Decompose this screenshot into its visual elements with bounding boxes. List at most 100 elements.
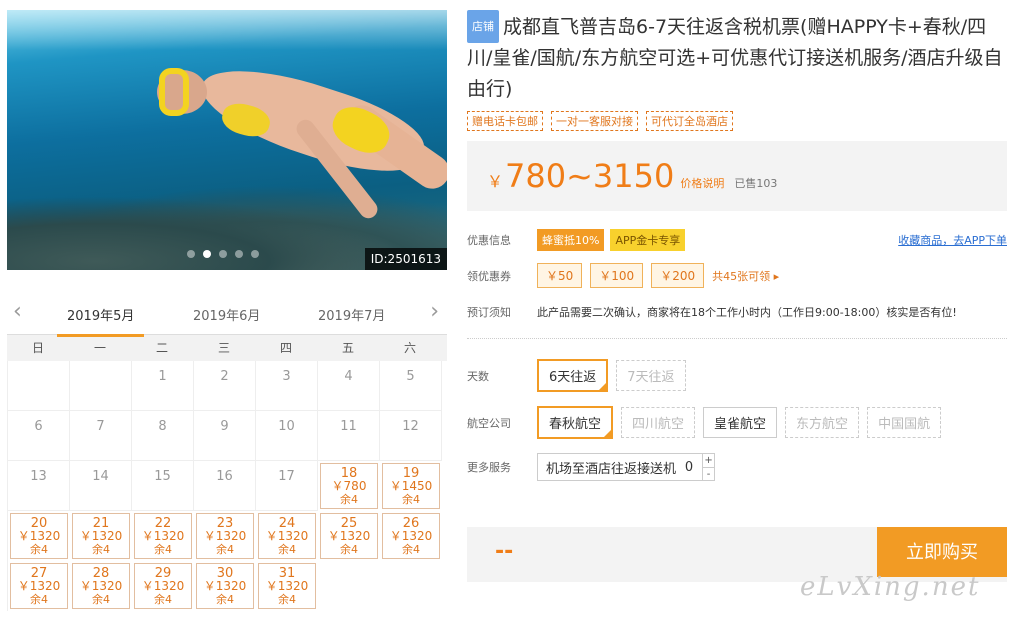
day-remaining: 余4	[216, 543, 234, 556]
product-photo[interactable]: ID:2501613	[7, 10, 447, 270]
airline-option-huangque[interactable]: 皇雀航空	[703, 407, 778, 438]
day-number: 4	[344, 369, 353, 384]
calendar-day-priced[interactable]: 25 ￥1320 余4	[320, 513, 378, 559]
more-coupons-link[interactable]: 共45张可领 ▸	[712, 268, 779, 284]
calendar-day: 1	[132, 361, 194, 411]
day-remaining: 余4	[154, 543, 172, 556]
promo-row: 优惠信息 蜂蜜抵10% APP金卡专享 收藏商品，去APP下单	[467, 229, 1007, 251]
day-price: ￥1450	[389, 479, 433, 493]
coupon-50[interactable]: ￥50	[537, 263, 583, 288]
days-label: 天数	[467, 369, 489, 383]
calendar-day: 4	[318, 361, 380, 411]
coupon-100[interactable]: ￥100	[590, 263, 644, 288]
calendar-day: 16	[194, 461, 256, 511]
calendar-day-priced[interactable]: 27 ￥1320 余4	[10, 563, 68, 609]
calendar-day: 11	[318, 411, 380, 461]
day-price: ￥1320	[17, 529, 61, 543]
days-option-6[interactable]: 6天往返	[537, 359, 609, 392]
quantity-stepper: + -	[702, 454, 715, 481]
weekday-label: 四	[279, 341, 292, 355]
carousel-dot[interactable]	[251, 250, 259, 258]
carousel-dot-active[interactable]	[203, 250, 211, 258]
calendar-blank	[8, 361, 70, 411]
notice-text: 此产品需要二次确认，商家将在18个工作小时内（工作日9:00-18:00）核实是…	[537, 306, 957, 319]
month-tab-may[interactable]: 2019年5月	[57, 305, 145, 337]
calendar-day-priced[interactable]: 20 ￥1320 余4	[10, 513, 68, 559]
price-calendar: ‹ 2019年5月 2019年6月 2019年7月 › 日 一 二 三 四 五 …	[7, 295, 447, 611]
day-price: ￥1320	[265, 529, 309, 543]
service-row: 更多服务 机场至酒店往返接送机 0 + -	[467, 453, 1007, 481]
divider	[467, 338, 1007, 339]
day-number: 14	[92, 469, 109, 484]
calendar-day: 3	[256, 361, 318, 411]
day-number: 3	[282, 369, 291, 384]
notice-row: 预订须知 此产品需要二次确认，商家将在18个工作小时内（工作日9:00-18:0…	[467, 304, 1007, 320]
calendar-day: 12	[380, 411, 442, 461]
month-tab-july[interactable]: 2019年7月	[318, 305, 385, 324]
day-remaining: 余4	[30, 543, 48, 556]
calendar-day-priced[interactable]: 23 ￥1320 余4	[196, 513, 254, 559]
service-label: 更多服务	[467, 461, 511, 474]
weekday-label: 日	[31, 341, 44, 355]
calendar-day-priced[interactable]: 26 ￥1320 余4	[382, 513, 440, 559]
snorkel-mask	[159, 68, 189, 116]
day-number: 2	[220, 369, 229, 384]
service-tag: 赠电话卡包邮	[467, 111, 543, 131]
day-number: 15	[154, 469, 171, 484]
coupon-label: 领优惠券	[467, 269, 511, 283]
favorite-link[interactable]: 收藏商品，去APP下单	[898, 232, 1007, 248]
coupon-200[interactable]: ￥200	[651, 263, 705, 288]
day-number: 5	[406, 369, 415, 384]
calendar-day-priced[interactable]: 19 ￥1450 余4	[382, 463, 440, 509]
calendar-day-priced[interactable]: 29 ￥1320 余4	[134, 563, 192, 609]
coupon-row: 领优惠券 ￥50 ￥100 ￥200 共45张可领 ▸	[467, 263, 1007, 288]
shop-badge[interactable]: 店铺	[467, 10, 499, 43]
days-option-7[interactable]: 7天往返	[616, 360, 686, 391]
calendar-day-priced[interactable]: 21 ￥1320 余4	[72, 513, 130, 559]
buy-now-button[interactable]: 立即购买	[877, 527, 1007, 577]
calendar-blank	[70, 361, 132, 411]
day-number: 13	[30, 469, 47, 484]
carousel-dots[interactable]	[187, 250, 259, 258]
day-remaining: 余4	[92, 543, 110, 556]
calendar-day: 5	[380, 361, 442, 411]
day-price: ￥1320	[327, 529, 371, 543]
day-remaining: 余4	[92, 593, 110, 606]
price-range: 780~3150	[505, 157, 675, 195]
decrement-button[interactable]: -	[703, 467, 715, 481]
calendar-day-priced[interactable]: 30 ￥1320 余4	[196, 563, 254, 609]
airline-option-airchina[interactable]: 中国国航	[867, 407, 942, 438]
carousel-dot[interactable]	[235, 250, 243, 258]
calendar-day-priced[interactable]: 31 ￥1320 余4	[258, 563, 316, 609]
currency-symbol: ￥	[487, 172, 504, 191]
next-month-icon[interactable]: ›	[430, 301, 439, 323]
sold-count: 已售103	[734, 177, 778, 190]
day-number: 16	[216, 469, 233, 484]
day-number: 11	[340, 419, 357, 434]
calendar-day-priced[interactable]: 24 ￥1320 余4	[258, 513, 316, 559]
calendar-month-nav: ‹ 2019年5月 2019年6月 2019年7月 ›	[7, 295, 447, 337]
service-quantity[interactable]: 0	[676, 460, 702, 475]
calendar-day-priced[interactable]: 18 ￥780 余4	[320, 463, 378, 509]
weekday-label: 二	[155, 341, 168, 355]
day-remaining: 余4	[340, 543, 358, 556]
total-price: --	[495, 539, 514, 564]
prev-month-icon[interactable]: ‹	[13, 301, 22, 323]
carousel-dot[interactable]	[187, 250, 195, 258]
airline-option-spring[interactable]: 春秋航空	[537, 406, 614, 439]
price-note-link[interactable]: 价格说明	[680, 177, 724, 190]
airline-option-sichuan[interactable]: 四川航空	[621, 407, 696, 438]
carousel-dot[interactable]	[219, 250, 227, 258]
day-number: 6	[34, 419, 43, 434]
airline-row: 航空公司 春秋航空 四川航空 皇雀航空 东方航空 中国国航	[467, 406, 1007, 439]
weekday-header: 日 一 二 三 四 五 六	[7, 335, 447, 361]
day-number: 9	[220, 419, 229, 434]
service-tags: 赠电话卡包邮 一对一客服对接 可代订全岛酒店	[467, 111, 1007, 131]
day-remaining: 余4	[216, 593, 234, 606]
transfer-service-stepper: 机场至酒店往返接送机 0 + -	[537, 453, 716, 481]
increment-button[interactable]: +	[703, 454, 714, 467]
airline-option-eastern[interactable]: 东方航空	[785, 407, 860, 438]
month-tab-june[interactable]: 2019年6月	[193, 305, 260, 324]
calendar-day-priced[interactable]: 22 ￥1320 余4	[134, 513, 192, 559]
calendar-day-priced[interactable]: 28 ￥1320 余4	[72, 563, 130, 609]
